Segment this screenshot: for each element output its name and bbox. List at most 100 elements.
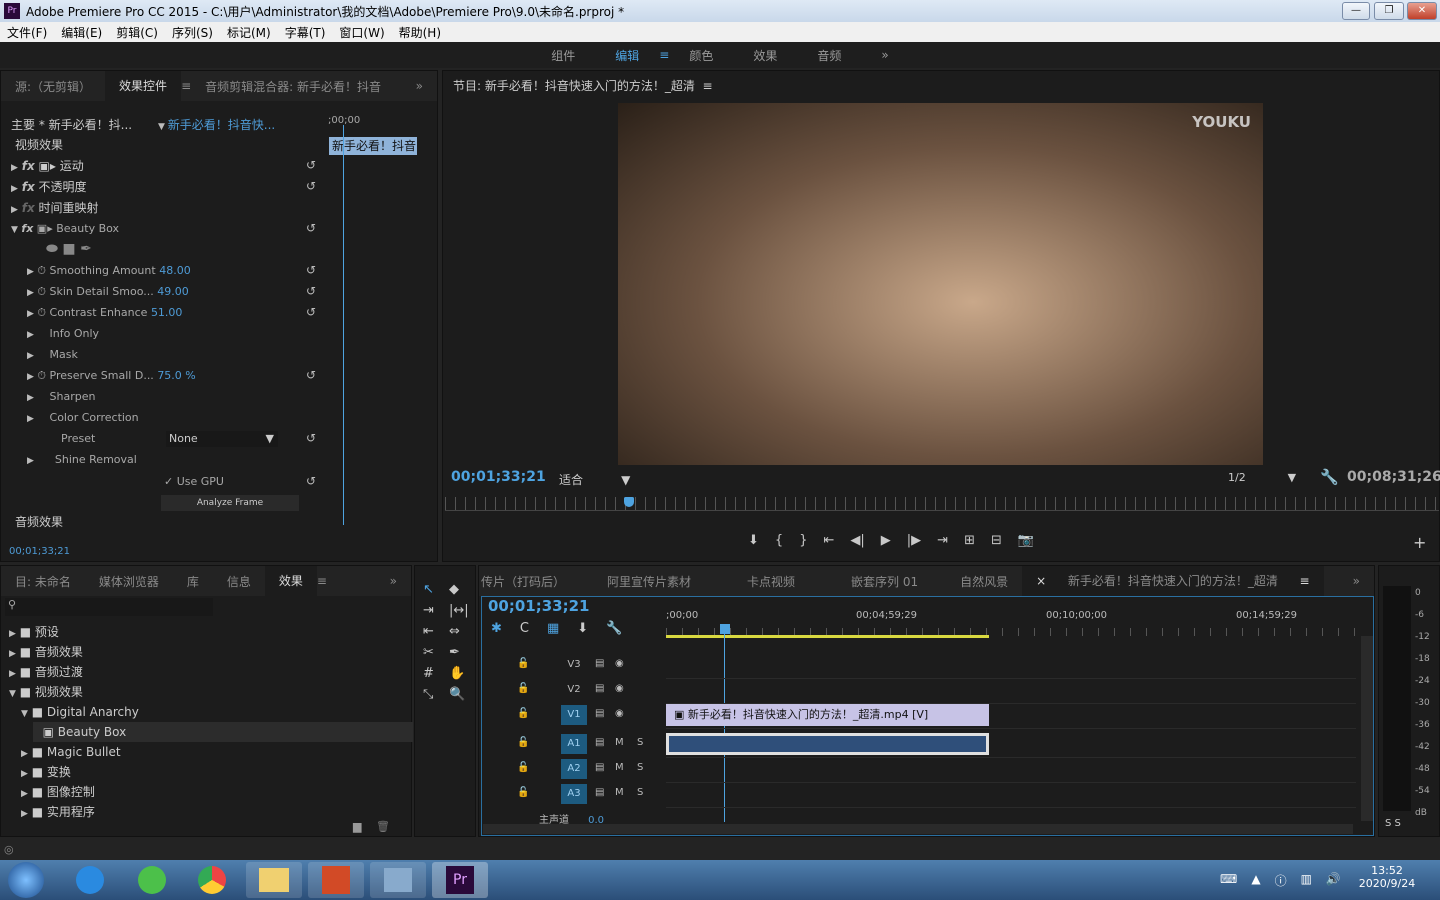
timeline-timecode[interactable]: 00;01;33;21 (488, 597, 590, 615)
workspace-editing[interactable]: 编辑 (595, 47, 659, 64)
volume-icon[interactable]: 🔊 (1326, 872, 1341, 889)
menu-marker[interactable]: 标记(M) (220, 24, 278, 41)
clock[interactable]: 13:52 2020/9/24 (1352, 864, 1422, 890)
effect-motion[interactable]: ▶ fx ▣▸ 运动 (11, 156, 84, 176)
play-icon[interactable]: ▶ (881, 533, 891, 548)
mute-button[interactable]: M (615, 787, 624, 798)
start-button[interactable] (8, 862, 44, 898)
workspace-color[interactable]: 颜色 (669, 47, 733, 64)
selection-tool-icon[interactable]: ↖ (423, 582, 434, 597)
mask-tools[interactable]: ⬬ ■ ✒ (46, 239, 92, 259)
monitor-scrubber[interactable] (445, 497, 1439, 511)
step-forward-icon[interactable]: |▶ (907, 533, 921, 548)
tab-project[interactable]: 目: 未命名 (1, 573, 85, 590)
playhead-timecode[interactable]: 00;01;33;21 (451, 469, 546, 485)
effect-beauty-box[interactable]: ▼ fx ▣▸ Beauty Box (11, 219, 119, 239)
go-to-out-icon[interactable]: ⇥ (937, 533, 948, 548)
close-button[interactable]: ✕ (1407, 2, 1437, 20)
lock-icon[interactable]: 🔓 (517, 762, 529, 773)
extract-icon[interactable]: ⊟ (991, 533, 1002, 548)
mark-out-icon[interactable]: } (799, 533, 807, 548)
effects-tree-item[interactable]: ▼ ■ 视频效果 (9, 682, 83, 702)
menu-title[interactable]: 字幕(T) (278, 24, 333, 41)
razor-tool-icon[interactable]: ✂ (423, 645, 434, 660)
more-workspaces-icon[interactable]: » (861, 48, 908, 62)
reset-icon[interactable]: ↺ (306, 221, 316, 235)
shine-removal[interactable]: ▶ Shine Removal (27, 450, 137, 470)
effect-param[interactable]: ▶ ⏱ Color Correction (27, 408, 139, 428)
use-gpu-checkbox[interactable]: ✓ Use GPU (164, 472, 224, 492)
tab-effect-controls[interactable]: 效果控件 (105, 71, 182, 101)
maximize-button[interactable]: ❐ (1374, 2, 1404, 20)
more-tabs-icon[interactable]: » (402, 79, 437, 93)
solo-button[interactable]: S (637, 787, 643, 798)
effect-param[interactable]: ▶ ⏱ Mask (27, 345, 78, 365)
add-marker-icon[interactable]: ▦ (547, 621, 559, 636)
vertical-scrollbar[interactable] (1361, 636, 1373, 821)
app-taskbar-icon[interactable] (370, 862, 426, 898)
lock-icon[interactable]: 🔓 (517, 737, 529, 748)
effects-tree-item[interactable]: ▣ Beauty Box (33, 722, 413, 742)
tab-source[interactable]: 源:（无剪辑） (1, 78, 105, 95)
lock-icon[interactable]: 🔓 (517, 683, 529, 694)
menu-file[interactable]: 文件(F) (0, 24, 54, 41)
sync-lock-icon[interactable]: ▤ (595, 737, 604, 748)
effect-time-remap[interactable]: ▶ fx 时间重映射 (11, 198, 99, 218)
go-to-in-icon[interactable]: ⇤ (823, 533, 834, 548)
slide-tool-icon[interactable]: # (423, 666, 434, 681)
effect-param[interactable]: ▶ ⏱ Smoothing Amount 48.00 (27, 261, 191, 281)
reset-icon[interactable]: ↺ (306, 284, 316, 298)
menu-edit[interactable]: 编辑(E) (54, 24, 109, 41)
sync-lock-icon[interactable]: ▤ (595, 658, 604, 669)
menu-window[interactable]: 窗口(W) (332, 24, 391, 41)
workspace-assembly[interactable]: 组件 (531, 47, 595, 64)
effects-tree-item[interactable]: ▶ ■ 音频过渡 (9, 662, 83, 682)
effects-tree-item[interactable]: ▶ ■ 实用程序 (21, 802, 95, 822)
preset-select[interactable]: None ▼ (166, 431, 278, 447)
track-select-tool-icon[interactable]: ◆ (449, 582, 459, 597)
workspace-audio[interactable]: 音频 (797, 47, 861, 64)
mute-button[interactable]: M (615, 737, 624, 748)
reset-icon[interactable]: ↺ (306, 305, 316, 319)
reset-icon[interactable]: ↺ (306, 179, 316, 193)
effect-opacity[interactable]: ▶ fx 不透明度 (11, 177, 87, 197)
effects-tree-item[interactable]: ▶ ■ 图像控制 (21, 782, 95, 802)
monitor-playhead[interactable] (623, 497, 634, 507)
settings-wrench-icon[interactable]: 🔧 (606, 621, 622, 636)
eye-icon[interactable]: ◉ (615, 658, 624, 669)
more-tabs-icon[interactable]: » (376, 574, 411, 588)
fit-dropdown[interactable]: 适合 ▼ (559, 471, 630, 488)
pen-tool-icon[interactable]: ✒ (449, 645, 460, 660)
effects-tree-item[interactable]: ▶ ■ 音频效果 (9, 642, 83, 662)
linked-selection-icon[interactable]: C (520, 621, 529, 636)
solo-button[interactable]: S (637, 737, 643, 748)
explorer-taskbar-icon[interactable] (246, 862, 302, 898)
tab-info[interactable]: 信息 (213, 573, 265, 590)
effects-tree-item[interactable]: ▶ ■ 变换 (21, 762, 71, 782)
analyze-frame-button[interactable]: Analyze Frame (161, 495, 299, 511)
360-taskbar-icon[interactable] (124, 862, 180, 898)
tab-media-browser[interactable]: 媒体浏览器 (85, 573, 173, 590)
rolling-edit-tool-icon[interactable]: |↔| (449, 603, 469, 618)
tab-effects[interactable]: 效果 (264, 566, 317, 596)
lock-icon[interactable]: 🔓 (517, 787, 529, 798)
effects-search-input[interactable]: ⚲ (5, 598, 213, 616)
video-clip[interactable]: ▣ 新手必看！抖音快速入门的方法！_超清.mp4 [V] (666, 704, 989, 726)
lift-icon[interactable]: ⊞ (964, 533, 975, 548)
chrome-taskbar-icon[interactable] (184, 862, 240, 898)
keyboard-icon[interactable]: ⌨ (1220, 872, 1237, 889)
workspace-effects[interactable]: 效果 (733, 47, 797, 64)
marker-icon[interactable]: ⬇ (577, 621, 588, 636)
effects-tree-item[interactable]: ▶ ■ Magic Bullet (21, 742, 121, 762)
mark-in-icon[interactable]: { (775, 533, 783, 548)
audio-clip[interactable] (666, 733, 989, 755)
effect-param[interactable]: ▶ ⏱ Sharpen (27, 387, 95, 407)
work-area-bar[interactable] (666, 635, 989, 638)
reset-icon[interactable]: ↺ (306, 158, 316, 172)
premiere-taskbar-icon[interactable]: Pr (432, 862, 488, 898)
sync-lock-icon[interactable]: ▤ (595, 787, 604, 798)
effects-tree-item[interactable]: ▶ ■ 预设 (9, 622, 59, 642)
mute-button[interactable]: M (615, 762, 624, 773)
powerpoint-taskbar-icon[interactable] (308, 862, 364, 898)
effect-param[interactable]: ▶ ⏱ Preserve Small D... 75.0 % (27, 366, 196, 386)
